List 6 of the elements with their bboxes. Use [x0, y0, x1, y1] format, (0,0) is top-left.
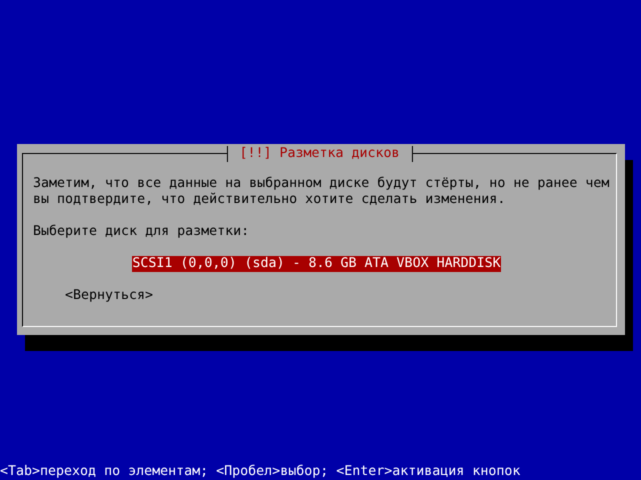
- status-hint-text: <Tab>переход по элементам; <Пробел>выбор; <Enter>активация кнопок: [0, 464, 522, 480]
- disk-item[interactable]: SCSI1 (0,0,0) (sda) - 8.6 GB ATA VBOX HARDDISK: [132, 256, 501, 272]
- dialog-message: Заметим, что все данные на выбранном диске будут стёрты, но не ранее чем вы подтвердите, что действительно хотите сделать изменения.: [33, 176, 610, 208]
- dialog-title: [!!] Разметка дисков: [226, 146, 413, 162]
- prompt-text: Выберите диск для разметки:: [33, 224, 250, 240]
- back-button[interactable]: <Вернуться>: [65, 288, 154, 304]
